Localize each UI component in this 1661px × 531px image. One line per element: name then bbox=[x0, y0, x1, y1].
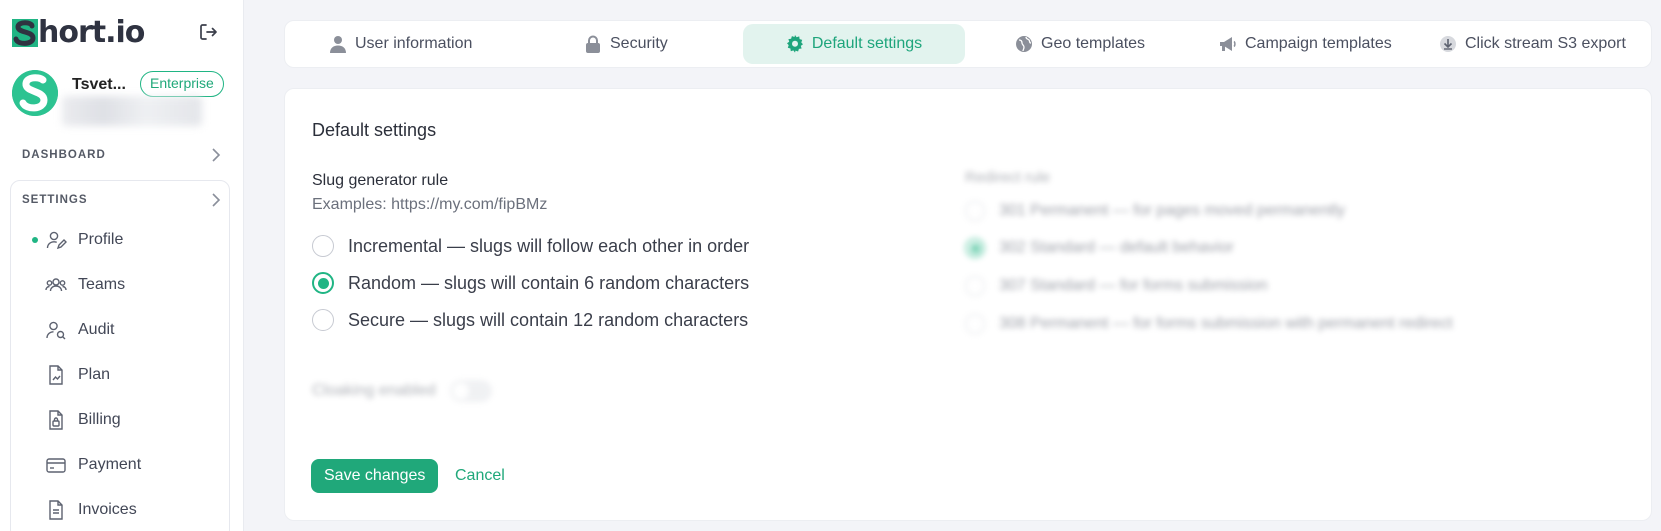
sidebar-item-label: Audit bbox=[78, 321, 115, 338]
cloaking-label: Cloaking enabled bbox=[312, 382, 436, 399]
sidebar: hort.io Tsvet... Enterprise DASHBOARD SE… bbox=[0, 0, 244, 531]
sidebar-item-label: Payment bbox=[78, 456, 142, 473]
tab-campaign-templates[interactable]: Campaign templates bbox=[1207, 24, 1404, 64]
sidebar-item-payment[interactable]: Payment bbox=[44, 450, 224, 480]
sidebar-item-invoices[interactable]: Invoices bbox=[44, 495, 224, 525]
tab-label: Geo templates bbox=[1041, 35, 1146, 52]
credit-card-icon bbox=[44, 453, 68, 477]
radio-label: 308 Permanent — for forms submission wit… bbox=[999, 315, 1453, 332]
radio-label: 301 Permanent — for pages moved permanen… bbox=[999, 202, 1345, 219]
document-lock-icon bbox=[44, 408, 68, 432]
cloaking-row: Cloaking enabled bbox=[312, 379, 492, 403]
gear-icon bbox=[786, 35, 804, 53]
megaphone-icon bbox=[1219, 35, 1237, 53]
settings-tabs: User information Security Default settin… bbox=[284, 20, 1652, 68]
sidebar-item-teams[interactable]: Teams bbox=[44, 270, 224, 300]
invoice-icon bbox=[44, 498, 68, 522]
tab-click-stream-s3-export[interactable]: Click stream S3 export bbox=[1427, 24, 1638, 64]
logo-s-mark-icon bbox=[12, 17, 38, 47]
cancel-button[interactable]: Cancel bbox=[455, 459, 505, 493]
logout-icon[interactable] bbox=[196, 20, 220, 44]
radio-label: Incremental — slugs will follow each oth… bbox=[348, 235, 750, 256]
tab-label: User information bbox=[355, 35, 473, 52]
default-settings-card: Default settings Slug generator rule Exa… bbox=[284, 88, 1652, 521]
sidebar-item-label: Plan bbox=[78, 366, 111, 383]
tab-security[interactable]: Security bbox=[572, 24, 680, 64]
radio-button[interactable] bbox=[312, 272, 334, 294]
sidebar-item-profile[interactable]: Profile bbox=[44, 225, 224, 255]
plan-badge: Enterprise bbox=[140, 71, 224, 97]
radio-label: 307 Standard — for forms submission bbox=[999, 277, 1268, 294]
radio-button[interactable] bbox=[965, 201, 985, 221]
sidebar-item-label: Profile bbox=[78, 231, 124, 248]
tab-geo-templates[interactable]: Geo templates bbox=[1003, 24, 1157, 64]
shortio-logo[interactable]: hort.io bbox=[12, 14, 145, 50]
sidebar-item-label: Teams bbox=[78, 276, 126, 293]
tab-label: Security bbox=[610, 35, 668, 52]
radio-button[interactable] bbox=[965, 314, 985, 334]
radio-label: 302 Standard — default behavior bbox=[999, 239, 1234, 256]
user-email-redacted bbox=[62, 96, 202, 126]
radio-label: Random — slugs will contain 6 random cha… bbox=[348, 272, 750, 293]
user-name: Tsvet... bbox=[72, 76, 126, 93]
user-block[interactable]: Tsvet... Enterprise bbox=[12, 70, 232, 130]
lock-icon bbox=[584, 35, 602, 53]
radio-button[interactable] bbox=[312, 309, 334, 331]
globe-icon bbox=[1015, 35, 1033, 53]
active-indicator bbox=[32, 237, 38, 243]
chevron-right-icon bbox=[212, 148, 221, 162]
settings-label: SETTINGS bbox=[22, 194, 88, 206]
slug-option-incremental[interactable]: Incremental — slugs will follow each oth… bbox=[312, 233, 749, 259]
user-edit-icon bbox=[44, 228, 68, 252]
sidebar-item-billing[interactable]: Billing bbox=[44, 405, 224, 435]
redirect-option-307[interactable]: 307 Standard — for forms submission bbox=[965, 274, 1268, 298]
tab-default-settings[interactable]: Default settings bbox=[743, 24, 965, 64]
user-search-icon bbox=[44, 318, 68, 342]
avatar bbox=[12, 70, 58, 116]
sidebar-item-label: Billing bbox=[78, 411, 121, 428]
page-title: Default settings bbox=[312, 120, 437, 140]
sidebar-section-settings[interactable]: SETTINGS bbox=[22, 190, 222, 210]
slug-rule-hint: Examples: https://my.com/fipBMz bbox=[312, 196, 548, 213]
slug-option-secure[interactable]: Secure — slugs will contain 12 random ch… bbox=[312, 307, 748, 333]
team-icon bbox=[44, 273, 68, 297]
radio-button[interactable] bbox=[965, 276, 985, 296]
save-changes-button[interactable]: Save changes bbox=[311, 459, 439, 493]
tab-user-information[interactable]: User information bbox=[317, 24, 484, 64]
document-chart-icon bbox=[44, 363, 68, 387]
cloaking-toggle[interactable] bbox=[449, 380, 492, 402]
user-icon bbox=[329, 35, 347, 53]
slug-option-random[interactable]: Random — slugs will contain 6 random cha… bbox=[312, 270, 749, 296]
tab-label: Campaign templates bbox=[1245, 35, 1392, 52]
tab-label: Click stream S3 export bbox=[1465, 35, 1626, 52]
radio-label: Secure — slugs will contain 12 random ch… bbox=[348, 309, 749, 330]
sidebar-section-dashboard[interactable]: DASHBOARD bbox=[22, 145, 222, 165]
tab-label: Default settings bbox=[811, 35, 923, 52]
logo-text: hort.io bbox=[38, 14, 145, 50]
redirect-option-302[interactable]: 302 Standard — default behavior bbox=[965, 236, 1234, 260]
redirect-option-308[interactable]: 308 Permanent — for forms submission wit… bbox=[965, 312, 1453, 336]
radio-button[interactable] bbox=[312, 235, 334, 257]
dashboard-label: DASHBOARD bbox=[22, 149, 106, 161]
redirect-option-301[interactable]: 301 Permanent — for pages moved permanen… bbox=[965, 199, 1345, 223]
sidebar-item-audit[interactable]: Audit bbox=[44, 315, 224, 345]
redirect-rule-label: Redirect rule bbox=[965, 169, 1051, 186]
radio-button[interactable] bbox=[965, 238, 985, 258]
slug-rule-label: Slug generator rule bbox=[312, 172, 449, 189]
sidebar-item-plan[interactable]: Plan bbox=[44, 360, 224, 390]
download-icon bbox=[1439, 35, 1457, 53]
sidebar-item-label: Invoices bbox=[78, 501, 137, 518]
chevron-right-icon bbox=[212, 193, 221, 207]
